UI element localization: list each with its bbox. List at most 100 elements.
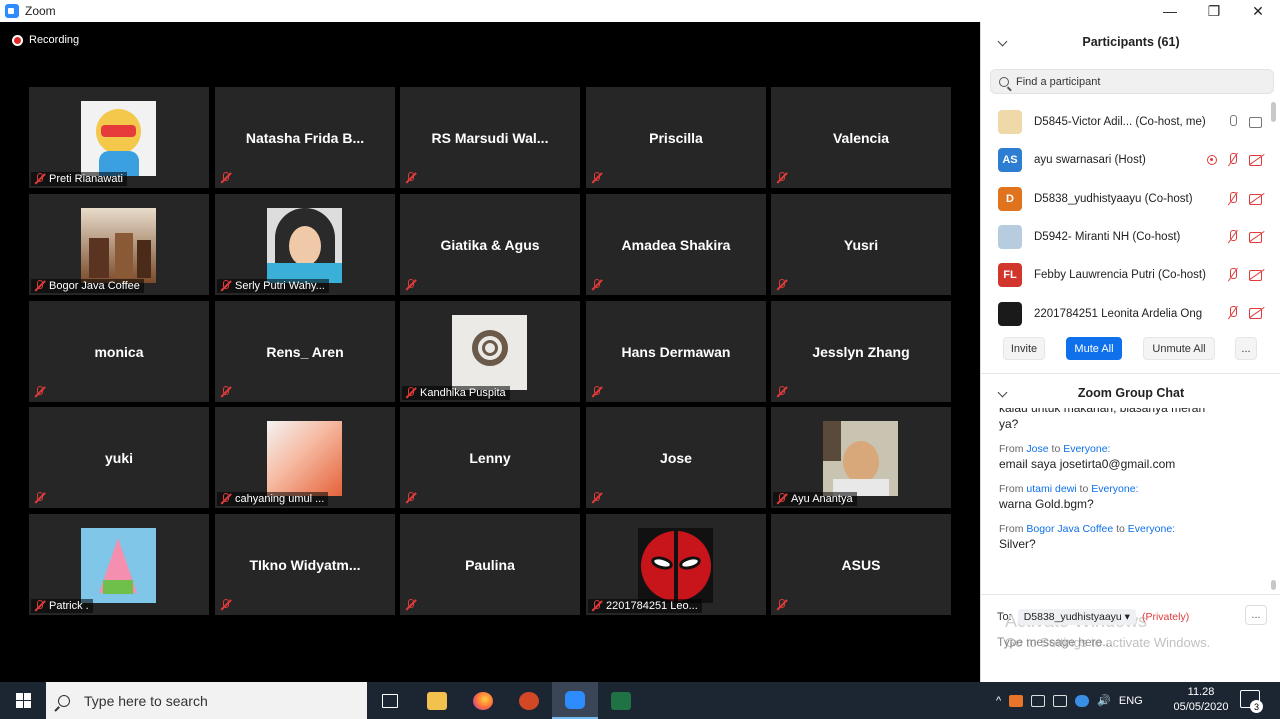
camera-off-icon[interactable]	[1249, 193, 1265, 205]
maximize-button[interactable]: ❐	[1192, 0, 1236, 22]
chat-scrollbar[interactable]	[1271, 580, 1276, 590]
taskbar-search[interactable]: Type here to search	[46, 682, 367, 719]
participant-name-label: Bogor Java Coffee	[31, 279, 144, 293]
language-indicator[interactable]: ENG	[1119, 695, 1143, 707]
zoom-taskbar-app[interactable]	[552, 682, 598, 719]
participant-video-tile[interactable]: Jesslyn Zhang	[771, 301, 951, 402]
participant-row[interactable]: AS ayu swarnasari (Host)	[981, 141, 1273, 179]
participant-video-tile[interactable]: Amadea Shakira	[586, 194, 766, 295]
muted-mic-icon	[33, 492, 45, 504]
minimize-button[interactable]: —	[1148, 0, 1192, 22]
participant-video-tile[interactable]: Kandhika Puspita	[400, 301, 580, 402]
participant-video-tile[interactable]: Lenny	[400, 407, 580, 508]
chat-message-input[interactable]: Type message here...	[997, 635, 1112, 649]
muted-mic-icon	[219, 493, 231, 505]
muted-mic-icon[interactable]	[1227, 229, 1239, 244]
participant-video-tile[interactable]: Priscilla	[586, 87, 766, 188]
network-icon[interactable]	[1031, 694, 1046, 707]
participant-video-tile[interactable]: TIkno Widyatm...	[215, 514, 395, 615]
camera-off-icon[interactable]	[1249, 231, 1265, 243]
camera-icon[interactable]	[1249, 116, 1265, 128]
firefox-app[interactable]	[460, 682, 506, 719]
volume-icon[interactable]: 🔊	[1097, 694, 1111, 707]
app-tray-icon[interactable]	[1009, 694, 1024, 707]
onedrive-icon[interactable]	[1075, 694, 1090, 707]
participant-video-tile[interactable]: Bogor Java Coffee	[29, 194, 209, 295]
participant-video-tile[interactable]: Natasha Frida B...	[215, 87, 395, 188]
participant-row[interactable]: D5942- Miranti NH (Co-host)	[981, 218, 1273, 256]
tray-chevron-icon[interactable]: ^	[996, 695, 1001, 707]
muted-mic-icon[interactable]	[1227, 191, 1239, 206]
camera-off-icon[interactable]	[1249, 269, 1265, 282]
muted-mic-icon[interactable]	[1227, 306, 1239, 320]
participant-video-tile[interactable]: RS Marsudi Wal...	[400, 87, 580, 188]
participant-name: Ayu Anantya	[791, 493, 853, 505]
muted-mic-icon	[404, 279, 416, 291]
participant-name: RS Marsudi Wal...	[431, 129, 549, 146]
chat-collapse-chevron-icon[interactable]	[997, 387, 1008, 398]
powerpoint-app[interactable]	[506, 682, 552, 719]
participant-avatar	[81, 101, 156, 176]
chat-more-button[interactable]: ...	[1245, 605, 1267, 625]
collapse-chevron-icon[interactable]	[997, 36, 1008, 47]
participant-name: Patrick .	[49, 600, 89, 612]
participant-avatar	[998, 110, 1022, 135]
participant-row[interactable]: D5845-Victor Adil... (Co-host, me)	[981, 103, 1273, 141]
camera-off-icon[interactable]	[1249, 154, 1265, 167]
participant-video-tile[interactable]: Valencia	[771, 87, 951, 188]
participant-video-tile[interactable]: Giatika & Agus	[400, 194, 580, 295]
participant-name: monica	[94, 343, 144, 360]
sender-name[interactable]: Jose	[1026, 443, 1048, 455]
close-button[interactable]: ✕	[1236, 0, 1280, 22]
participant-name: Yusri	[843, 236, 879, 253]
participant-video-tile[interactable]: Serly Putri Wahy...	[215, 194, 395, 295]
windows-taskbar: Type here to search ^ 🔊 ENG 11.28 05/05/…	[0, 682, 1280, 719]
muted-mic-icon	[775, 599, 787, 611]
participant-name-label: Ayu Anantya	[773, 492, 857, 506]
recipient-select[interactable]: D5838_yudhistyaayu ▾	[1017, 609, 1136, 625]
excel-app[interactable]	[598, 682, 644, 719]
participant-video-tile[interactable]: Yusri	[771, 194, 951, 295]
participant-avatar	[452, 315, 527, 390]
participant-video-tile[interactable]: Hans Dermawan	[586, 301, 766, 402]
muted-mic-icon[interactable]	[1227, 153, 1239, 167]
battery-icon[interactable]	[1053, 694, 1068, 707]
participant-row[interactable]: D D5838_yudhistyaayu (Co-host)	[981, 180, 1273, 218]
muted-mic-icon[interactable]	[1227, 268, 1239, 282]
participant-video-tile[interactable]: Jose	[586, 407, 766, 508]
participant-video-tile[interactable]: Paulina	[400, 514, 580, 615]
participant-name: D5845-Victor Adil... (Co-host, me)	[1034, 116, 1206, 129]
participant-video-tile[interactable]: Ayu Anantya	[771, 407, 951, 508]
invite-button[interactable]: Invite	[1003, 337, 1045, 360]
participant-name-label: Preti Rianawati	[31, 172, 127, 186]
file-explorer-app[interactable]	[414, 682, 460, 719]
sender-name[interactable]: utami dewi	[1026, 483, 1076, 495]
participant-row[interactable]: FL Febby Lauwrencia Putri (Co-host)	[981, 256, 1273, 294]
participant-video-tile[interactable]: Preti Rianawati	[29, 87, 209, 188]
chat-message-text: ya?	[999, 417, 1019, 431]
start-button[interactable]	[0, 682, 46, 719]
chat-title: Zoom Group Chat	[1077, 386, 1185, 400]
powerpoint-icon	[519, 691, 539, 710]
mute-all-button[interactable]: Mute All	[1066, 337, 1122, 360]
recording-indicator[interactable]: Recording	[12, 34, 79, 46]
participant-video-tile[interactable]: monica	[29, 301, 209, 402]
sender-name[interactable]: Bogor Java Coffee	[1026, 523, 1113, 535]
participant-video-tile[interactable]: Rens_ Aren	[215, 301, 395, 402]
participant-video-tile[interactable]: cahyaning umul ...	[215, 407, 395, 508]
participant-row[interactable]: 2201784251 Leonita Ardelia Ong	[981, 294, 1273, 332]
unmute-all-button[interactable]: Unmute All	[1143, 337, 1215, 360]
chat-message-text: warna Gold.bgm?	[999, 497, 1094, 511]
clock[interactable]: 11.28 05/05/2020	[1166, 685, 1236, 715]
more-options-button[interactable]: ...	[1235, 337, 1257, 360]
excel-icon	[611, 691, 631, 710]
participant-video-tile[interactable]: Patrick .	[29, 514, 209, 615]
participant-search-input[interactable]: Find a participant	[990, 69, 1274, 94]
participant-video-tile[interactable]: 2201784251 Leo...	[586, 514, 766, 615]
camera-off-icon[interactable]	[1249, 307, 1265, 320]
mic-icon[interactable]	[1227, 115, 1239, 129]
participant-video-tile[interactable]: yuki	[29, 407, 209, 508]
participant-scrollbar[interactable]	[1271, 102, 1276, 122]
task-view-button[interactable]	[367, 682, 413, 719]
participant-video-tile[interactable]: ASUS	[771, 514, 951, 615]
